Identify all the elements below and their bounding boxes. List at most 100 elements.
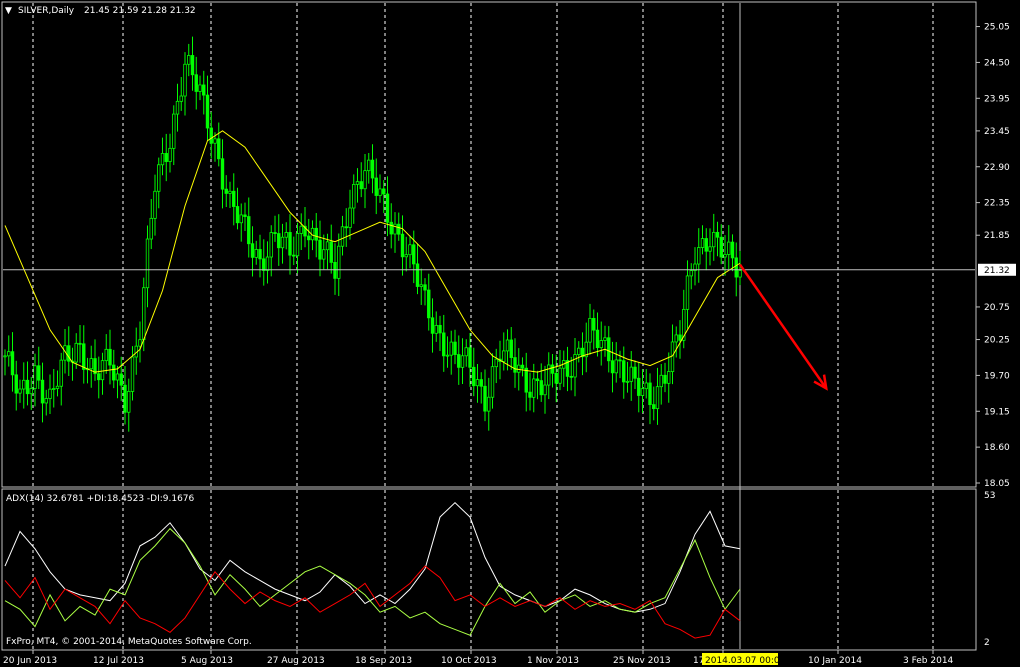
- candle-body: [637, 377, 641, 396]
- candle-body: [138, 339, 142, 347]
- candle-body: [472, 366, 476, 387]
- candle-body: [644, 382, 648, 390]
- candle-body: [592, 317, 596, 331]
- candle-body: [704, 238, 708, 252]
- candle-body: [142, 287, 146, 341]
- candle-body: [265, 256, 270, 271]
- candle-body: [700, 238, 705, 248]
- price-tick-label: 23.45: [984, 127, 1010, 137]
- current-price-tag: 21.32: [984, 266, 1010, 276]
- candle-body: [640, 388, 645, 396]
- ohlc-label: 21.45 21.59 21.28 21.32: [84, 6, 196, 16]
- candle-body: [513, 357, 517, 373]
- candle-body: [352, 184, 356, 209]
- candle-body: [648, 382, 652, 406]
- date-tick-label: 5 Aug 2013: [181, 656, 233, 666]
- candle-body: [52, 388, 56, 390]
- candle-body: [382, 188, 386, 195]
- candle-body: [175, 100, 180, 115]
- candle-body: [550, 364, 555, 374]
- candle-body: [509, 339, 513, 358]
- candle-body: [730, 241, 735, 259]
- candle-body: [708, 246, 712, 252]
- candle-body: [224, 188, 228, 194]
- candle-body: [367, 159, 371, 172]
- candle-body: [370, 159, 375, 179]
- candle-body: [295, 233, 300, 257]
- candle-body: [262, 258, 266, 271]
- candle-body: [123, 384, 127, 413]
- candle-body: [378, 188, 382, 196]
- crosshair-date-tag: 2014.03.07 00:00: [705, 656, 786, 666]
- candle-body: [363, 170, 367, 190]
- candle-body: [430, 317, 435, 334]
- candle-body: [517, 364, 521, 373]
- candle-body: [547, 364, 551, 386]
- candle-body: [14, 374, 18, 394]
- date-tick-label: 3 Feb 2014: [903, 656, 954, 666]
- candle-body: [127, 391, 131, 413]
- trading-chart[interactable]: 25.05 24.50 23.95 23.45 22.90 22.35 21.85 20.75…: [0, 0, 1020, 667]
- indicator-label: ADX(14) 32.6781 +DI:18.4523 -DI:9.1676: [6, 494, 195, 504]
- candle-body: [543, 384, 547, 396]
- candle-body: [74, 342, 78, 363]
- candle-body: [250, 243, 255, 258]
- candle-body: [97, 373, 101, 381]
- candle-body: [738, 270, 742, 278]
- candle-body: [685, 275, 690, 310]
- chart-background: [0, 0, 1020, 667]
- candle-body: [258, 249, 262, 260]
- candle-body: [78, 342, 82, 345]
- candle-body: [284, 232, 288, 238]
- candle-body: [599, 340, 603, 349]
- candle-body: [190, 55, 195, 76]
- candle-body: [333, 261, 337, 279]
- candle-body: [247, 216, 251, 245]
- candle-body: [273, 232, 277, 234]
- candle-body: [115, 373, 120, 381]
- date-tick-label: 20 Jun 2013: [3, 656, 57, 666]
- candle-body: [614, 359, 618, 374]
- candle-body: [337, 245, 341, 279]
- candle-body: [29, 388, 33, 395]
- candle-body: [277, 233, 281, 249]
- candle-body: [119, 373, 123, 386]
- candle-body: [374, 177, 378, 196]
- dropdown-triangle-icon[interactable]: ▼: [5, 6, 12, 16]
- candle-body: [393, 223, 397, 235]
- candle-body: [468, 347, 472, 368]
- candle-body: [187, 55, 191, 65]
- candle-body: [104, 348, 108, 362]
- date-tick-label: 10 Oct 2013: [441, 656, 497, 666]
- candle-body: [445, 354, 450, 357]
- candle-body: [307, 235, 311, 241]
- candle-body: [325, 241, 330, 251]
- candle-body: [577, 347, 581, 355]
- price-tick-label: 19.70: [984, 371, 1010, 381]
- candle-body: [280, 236, 285, 249]
- candle-body: [172, 113, 176, 149]
- candle-body: [329, 241, 333, 263]
- candle-body: [59, 359, 63, 387]
- price-tick-label: 24.50: [984, 58, 1010, 68]
- date-tick-label: 27 Aug 2013: [267, 656, 325, 666]
- candle-body: [633, 366, 637, 379]
- candle-body: [419, 284, 423, 287]
- candle-body: [145, 238, 150, 289]
- candle-body: [322, 249, 326, 260]
- candle-body: [359, 181, 363, 190]
- candle-body: [535, 378, 540, 382]
- candle-body: [712, 231, 716, 248]
- candle-body: [389, 221, 393, 235]
- candle-body: [595, 329, 600, 349]
- candle-body: [412, 244, 416, 265]
- candle-body: [427, 289, 431, 319]
- candle-body: [408, 244, 412, 256]
- candle-body: [655, 386, 660, 410]
- date-tick-label: 25 Nov 2013: [613, 656, 671, 666]
- candle-body: [179, 95, 183, 102]
- candle-body: [254, 249, 258, 258]
- candle-body: [625, 380, 630, 383]
- candle-body: [48, 388, 52, 399]
- candle-body: [539, 380, 543, 396]
